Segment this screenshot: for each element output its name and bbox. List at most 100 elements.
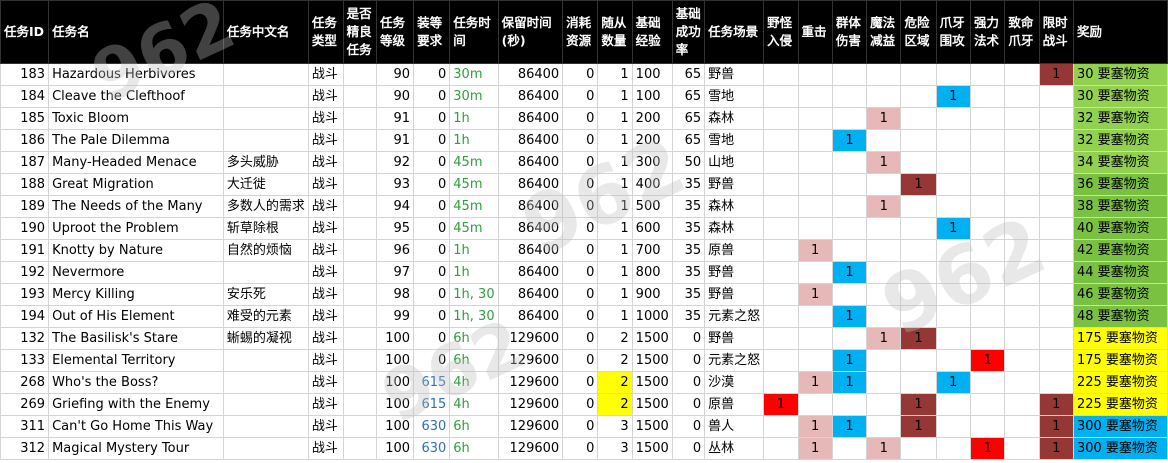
column-header[interactable]: 基础经验 — [631, 0, 673, 64]
cell-type: 战斗 — [307, 195, 344, 218]
table-row[interactable]: 133 Elemental Territory 战斗 100 0 6h 129600 0 2 15… — [0, 349, 1168, 372]
cell-name: Many-Headed Menace — [48, 151, 224, 174]
cell-rate: 50 — [671, 151, 706, 174]
table-row[interactable]: 190 Uproot the Problem 斩草除根 战斗 95 0 45m 86400 0 1… — [0, 217, 1168, 240]
cell-aoe — [831, 63, 868, 86]
column-header[interactable]: 装等要求 — [413, 0, 451, 64]
cell-cn — [222, 261, 309, 284]
table-row[interactable]: 184 Cleave the Clefthoof 战斗 90 0 30m 86400 0 1 10… — [0, 85, 1168, 108]
cell-cost: 0 — [562, 327, 599, 350]
cell-cn: 斩草除根 — [222, 217, 309, 240]
column-header[interactable]: 危险区域 — [900, 0, 937, 64]
cell-elite — [342, 151, 378, 174]
cell-timed: 1 — [1038, 63, 1074, 86]
column-header[interactable]: 限时战斗 — [1038, 0, 1074, 64]
table-row[interactable]: 183 Hazardous Herbivores 战斗 90 0 30m 86400 0 1 10… — [0, 63, 1168, 86]
cell-rate: 65 — [671, 85, 706, 108]
cell-crit — [797, 129, 833, 152]
cell-time: 45m — [449, 173, 499, 196]
cell-minion — [935, 63, 971, 86]
cell-cost: 0 — [562, 195, 599, 218]
cell-cost: 0 — [562, 63, 599, 86]
cell-keep: 86400 — [497, 195, 564, 218]
column-header[interactable]: 强力法术 — [969, 0, 1006, 64]
cell-xp: 200 — [631, 107, 673, 130]
table-row[interactable]: 132 The Basilisk's Stare 蜥蜴的凝视 战斗 100 0 6h 1296… — [0, 327, 1168, 350]
cell-spell — [969, 85, 1006, 108]
cell-ilvl: 0 — [413, 283, 451, 306]
table-row[interactable]: 185 Toxic Bloom 战斗 91 0 1h 86400 0 1 200 65 森林 1 32 要… — [0, 107, 1168, 130]
column-header[interactable]: 保留时间(秒) — [497, 0, 564, 64]
cell-spell — [969, 129, 1006, 152]
cell-keep: 129600 — [497, 437, 564, 460]
cell-magic — [866, 239, 902, 262]
column-header[interactable]: 任务中文名 — [222, 0, 309, 64]
table-row[interactable]: 194 Out of His Element 难受的元素 战斗 99 0 1h, 30 864… — [0, 305, 1168, 328]
column-header[interactable]: 重击 — [797, 0, 833, 64]
column-header[interactable]: 魔法减益 — [866, 0, 902, 64]
table-row[interactable]: 191 Knotty by Nature 自然的烦恼 战斗 96 0 1h 86400 0 1 70… — [0, 239, 1168, 262]
cell-name: The Pale Dilemma — [48, 129, 224, 152]
column-header[interactable]: 消耗资源 — [562, 0, 599, 64]
table-row[interactable]: 192 Nevermore 战斗 97 0 1h 86400 0 1 800 35 野兽 1 44 要塞物… — [0, 261, 1168, 284]
cell-minion — [935, 173, 971, 196]
column-header[interactable]: 爪牙围攻 — [935, 0, 971, 64]
column-header[interactable]: 任务时间 — [449, 0, 499, 64]
mission-table: 任务ID 任务名 任务中文名 任务类型 是否精良任务 任务等级 装等要求 任务时间 保留时间(秒… — [0, 0, 1168, 460]
cell-deadly — [1004, 305, 1040, 328]
column-header[interactable]: 任务名 — [48, 0, 224, 64]
cell-keep: 129600 — [497, 349, 564, 372]
cell-name: Magical Mystery Tour — [48, 437, 224, 460]
column-header[interactable]: 随从数量 — [597, 0, 633, 64]
table-row[interactable]: 188 Great Migration 大迁徙 战斗 93 0 45m 86400 0 1 400 3… — [0, 173, 1168, 196]
table-row[interactable]: 312 Magical Mystery Tour 战斗 100 630 6h 129600 0… — [0, 437, 1168, 460]
table-row[interactable]: 186 The Pale Dilemma 战斗 91 0 1h 86400 0 1 200 65 雪地… — [0, 129, 1168, 152]
table-row[interactable]: 268 Who's the Boss? 战斗 100 615 4h 129600 0 2 1500… — [0, 371, 1168, 394]
cell-id: 186 — [0, 129, 50, 152]
cell-deadly — [1004, 217, 1040, 240]
column-header[interactable]: 是否精良任务 — [342, 0, 378, 64]
cell-cost: 0 — [562, 217, 599, 240]
cell-time: 30m — [449, 63, 499, 86]
cell-rate: 0 — [671, 415, 706, 438]
table-row[interactable]: 187 Many-Headed Menace 多头威胁 战斗 92 0 45m 86400 0 1… — [0, 151, 1168, 174]
cell-followers: 1 — [597, 151, 633, 174]
column-header[interactable]: 致命爪牙 — [1004, 0, 1040, 64]
cell-aoe — [831, 173, 868, 196]
cell-type: 战斗 — [307, 129, 344, 152]
column-header[interactable]: 基础成功率 — [671, 0, 706, 64]
cell-followers: 3 — [597, 437, 633, 460]
column-header[interactable]: 群体伤害 — [831, 0, 868, 64]
cell-followers: 1 — [597, 283, 633, 306]
cell-ilvl: 0 — [413, 195, 451, 218]
cell-id: 189 — [0, 195, 50, 218]
table-row[interactable]: 269 Griefing with the Enemy 战斗 100 615 4h 1296… — [0, 393, 1168, 416]
header-row: 任务ID 任务名 任务中文名 任务类型 是否精良任务 任务等级 装等要求 任务时间 保留时间(秒… — [0, 0, 1168, 64]
column-header[interactable]: 任务ID — [0, 0, 50, 64]
cell-timed — [1038, 195, 1074, 218]
column-header[interactable]: 奖励 — [1072, 0, 1168, 64]
cell-rate: 0 — [671, 327, 706, 350]
cell-ilvl: 0 — [413, 261, 451, 284]
cell-magic — [866, 129, 902, 152]
cell-followers: 1 — [597, 85, 633, 108]
cell-minion — [935, 107, 971, 130]
table-row[interactable]: 193 Mercy Killing 安乐死 战斗 98 0 1h, 30 86400 0 1 900… — [0, 283, 1168, 306]
cell-name: Great Migration — [48, 173, 224, 196]
cell-magic — [866, 305, 902, 328]
cell-aoe — [831, 85, 868, 108]
column-header[interactable]: 任务类型 — [307, 0, 344, 64]
column-header[interactable]: 任务等级 — [376, 0, 415, 64]
cell-spell — [969, 283, 1006, 306]
cell-xp: 1000 — [631, 305, 673, 328]
column-header[interactable]: 野怪入侵 — [763, 0, 799, 64]
cell-xp: 600 — [631, 217, 673, 240]
table-row[interactable]: 189 The Needs of the Many 多数人的需求 战斗 94 0 45m 86… — [0, 195, 1168, 218]
column-header[interactable]: 任务场景 — [704, 0, 765, 64]
cell-danger: 1 — [900, 415, 937, 438]
cell-danger: 1 — [900, 173, 937, 196]
cell-ilvl: 0 — [413, 305, 451, 328]
cell-keep: 86400 — [497, 217, 564, 240]
table-row[interactable]: 311 Can't Go Home This Way 战斗 100 630 6h 12960… — [0, 415, 1168, 438]
cell-aoe — [831, 239, 868, 262]
